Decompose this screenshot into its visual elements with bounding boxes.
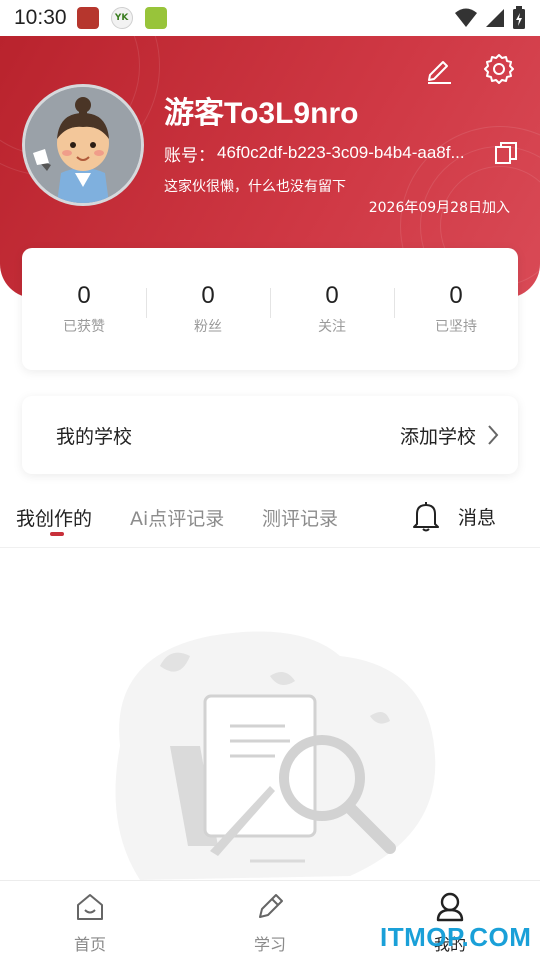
bell-icon [413,502,439,532]
chevron-right-icon [488,425,499,445]
stat-value: 0 [325,282,339,309]
status-bar: 10:30 YK [0,0,540,36]
messages-label: 消息 [458,506,497,529]
stat-following[interactable]: 0 关注 [270,282,394,336]
status-time: 10:30 [14,6,67,29]
join-date: 2026年09月28日加入 [368,200,510,216]
account-row: 账号： 46f0c2df-b223-3c09-b4b4-aa8f... [164,140,524,166]
active-tab-indicator [50,532,64,536]
tab-ai-review-records[interactable]: Ai点评记录 [130,504,224,531]
watermark: ITMOP.COM [380,922,532,952]
wifi-icon [455,8,477,27]
my-school-row[interactable]: 我的学校 添加学校 [22,396,518,474]
avatar[interactable] [22,84,144,206]
nav-study-label: 学习 [253,935,286,954]
nav-home[interactable]: 首页 [0,881,180,960]
content-tabs: 我创作的 Ai点评记录 测评记录 消息 [0,498,540,548]
stat-likes[interactable]: 0 已获赞 [22,282,146,336]
pencil-icon [259,894,283,918]
stat-streak[interactable]: 0 已坚持 [394,282,518,336]
edit-icon[interactable] [422,52,456,86]
school-title: 我的学校 [56,425,133,448]
app-screen: 10:30 YK 游客To3L9nro 账号： 46f0c2df-b223-3c… [0,0,540,960]
copy-icon[interactable] [493,140,519,166]
status-indicators [454,6,526,30]
nav-study[interactable]: 学习 [180,881,360,960]
stat-label: 已获赞 [63,319,105,335]
nav-home-label: 首页 [73,935,106,954]
stat-value: 0 [201,282,215,309]
signal-icon [486,9,504,27]
messages-button[interactable]: 消息 [412,500,496,532]
stat-label: 关注 [318,319,346,335]
tab-assessment-records[interactable]: 测评记录 [262,504,338,531]
home-icon [77,894,103,920]
stat-label: 已坚持 [435,319,477,335]
stat-label: 粉丝 [194,319,222,335]
add-school-link[interactable]: 添加学校 [400,422,476,449]
profile-icon [436,892,464,922]
settings-icon[interactable] [482,52,516,86]
stat-fans[interactable]: 0 粉丝 [146,282,270,336]
stats-card: 0 已获赞 0 粉丝 0 关注 0 已坚持 [22,248,518,370]
header-actions [422,52,516,86]
empty-state-illustration [100,626,440,880]
stat-value: 0 [77,282,91,309]
green-app-icon [144,7,167,29]
stat-value: 0 [449,282,463,309]
username: 游客To3L9nro [164,97,359,130]
battery-icon [513,6,525,29]
cartoon-boy-avatar [25,87,141,203]
profile-bio: 这家伙很懒，什么也没有留下 [164,179,346,195]
tab-my-creations[interactable]: 我创作的 [16,504,92,531]
account-id: 46f0c2df-b223-3c09-b4b4-aa8f... [217,143,465,162]
red-app-icon [76,7,99,29]
yk-app-icon: YK [110,7,133,29]
account-label: 账号： [164,145,215,166]
